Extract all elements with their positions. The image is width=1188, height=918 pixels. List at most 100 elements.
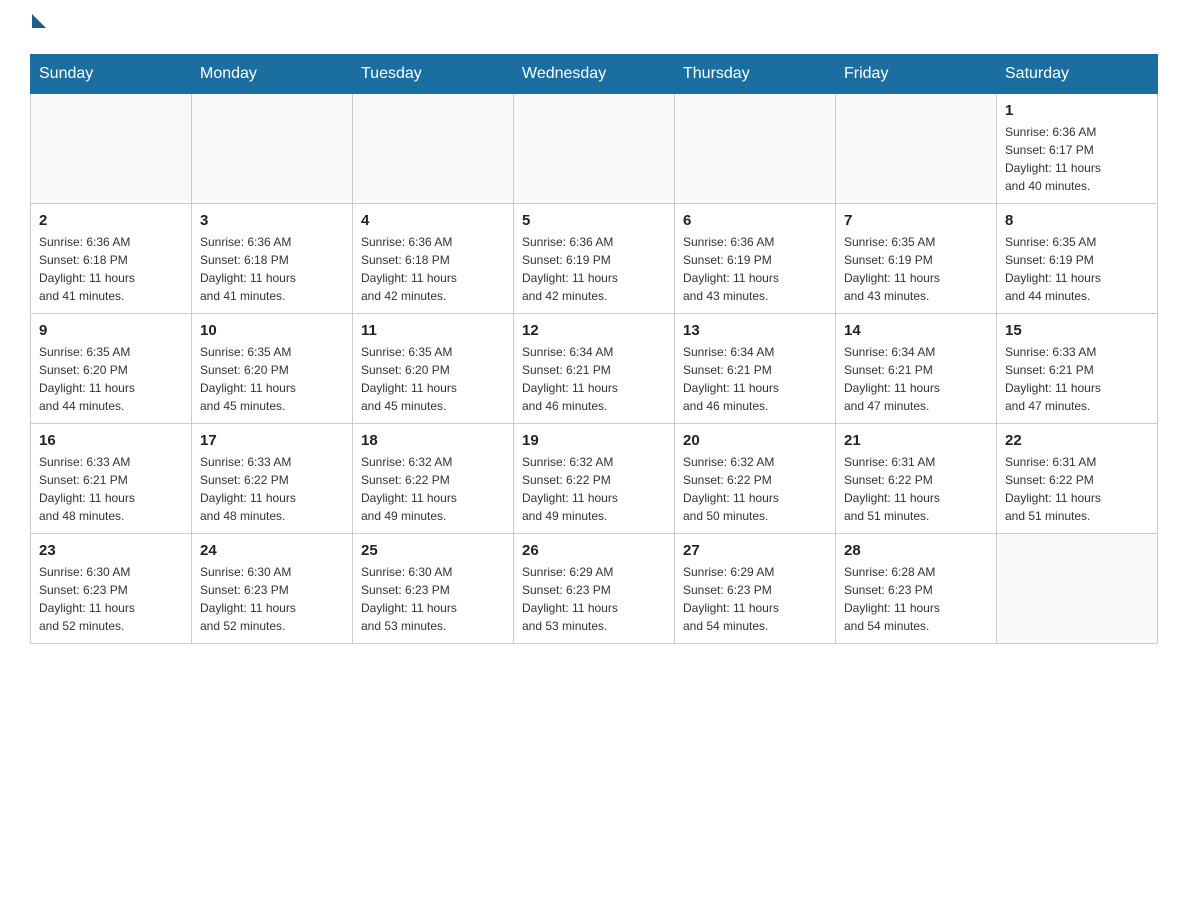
- day-info: Sunrise: 6:35 AMSunset: 6:20 PMDaylight:…: [200, 343, 344, 415]
- day-header-saturday: Saturday: [997, 55, 1158, 94]
- day-info: Sunrise: 6:31 AMSunset: 6:22 PMDaylight:…: [844, 453, 988, 525]
- day-info: Sunrise: 6:33 AMSunset: 6:21 PMDaylight:…: [39, 453, 183, 525]
- calendar-cell: [836, 94, 997, 204]
- day-info: Sunrise: 6:36 AMSunset: 6:17 PMDaylight:…: [1005, 123, 1149, 195]
- day-info: Sunrise: 6:36 AMSunset: 6:18 PMDaylight:…: [200, 233, 344, 305]
- day-number: 3: [200, 212, 344, 229]
- day-info: Sunrise: 6:30 AMSunset: 6:23 PMDaylight:…: [361, 563, 505, 635]
- day-number: 21: [844, 432, 988, 449]
- day-number: 20: [683, 432, 827, 449]
- day-info: Sunrise: 6:32 AMSunset: 6:22 PMDaylight:…: [522, 453, 666, 525]
- day-number: 26: [522, 542, 666, 559]
- calendar-cell: 19Sunrise: 6:32 AMSunset: 6:22 PMDayligh…: [514, 424, 675, 534]
- day-info: Sunrise: 6:36 AMSunset: 6:18 PMDaylight:…: [361, 233, 505, 305]
- calendar-cell: 3 Sunrise: 6:36 AMSunset: 6:18 PMDaylight…: [192, 204, 353, 314]
- day-info: Sunrise: 6:31 AMSunset: 6:22 PMDaylight:…: [1005, 453, 1149, 525]
- day-info: Sunrise: 6:34 AMSunset: 6:21 PMDaylight:…: [522, 343, 666, 415]
- calendar-cell: 1 Sunrise: 6:36 AMSunset: 6:17 PMDaylight…: [997, 94, 1158, 204]
- logo: [30, 20, 46, 34]
- calendar-cell: [997, 534, 1158, 644]
- day-number: 15: [1005, 322, 1149, 339]
- calendar-cell: 22 Sunrise: 6:31 AMSunset: 6:22 PMDayligh…: [997, 424, 1158, 534]
- calendar-cell: 15 Sunrise: 6:33 AMSunset: 6:21 PMDayligh…: [997, 314, 1158, 424]
- day-header-tuesday: Tuesday: [353, 55, 514, 94]
- day-header-sunday: Sunday: [31, 55, 192, 94]
- week-row-5: 23 Sunrise: 6:30 AMSunset: 6:23 PMDayligh…: [31, 534, 1158, 644]
- calendar-cell: 13 Sunrise: 6:34 AMSunset: 6:21 PMDayligh…: [675, 314, 836, 424]
- week-row-1: 1 Sunrise: 6:36 AMSunset: 6:17 PMDaylight…: [31, 94, 1158, 204]
- day-info: Sunrise: 6:35 AMSunset: 6:19 PMDaylight:…: [1005, 233, 1149, 305]
- day-header-monday: Monday: [192, 55, 353, 94]
- day-number: 23: [39, 542, 183, 559]
- day-number: 9: [39, 322, 183, 339]
- calendar-cell: 27 Sunrise: 6:29 AMSunset: 6:23 PMDayligh…: [675, 534, 836, 644]
- day-info: Sunrise: 6:33 AMSunset: 6:21 PMDaylight:…: [1005, 343, 1149, 415]
- calendar-table: SundayMondayTuesdayWednesdayThursdayFrid…: [30, 54, 1158, 644]
- day-number: 10: [200, 322, 344, 339]
- day-number: 27: [683, 542, 827, 559]
- day-info: Sunrise: 6:35 AMSunset: 6:20 PMDaylight:…: [39, 343, 183, 415]
- day-number: 12: [522, 322, 666, 339]
- calendar-cell: [353, 94, 514, 204]
- calendar-cell: 18Sunrise: 6:32 AMSunset: 6:22 PMDayligh…: [353, 424, 514, 534]
- calendar-cell: 5 Sunrise: 6:36 AMSunset: 6:19 PMDaylight…: [514, 204, 675, 314]
- calendar-cell: 12 Sunrise: 6:34 AMSunset: 6:21 PMDayligh…: [514, 314, 675, 424]
- day-info: Sunrise: 6:32 AMSunset: 6:22 PMDaylight:…: [683, 453, 827, 525]
- calendar-cell: 9 Sunrise: 6:35 AMSunset: 6:20 PMDaylight…: [31, 314, 192, 424]
- calendar-cell: 6 Sunrise: 6:36 AMSunset: 6:19 PMDaylight…: [675, 204, 836, 314]
- day-info: Sunrise: 6:35 AMSunset: 6:19 PMDaylight:…: [844, 233, 988, 305]
- day-info: Sunrise: 6:34 AMSunset: 6:21 PMDaylight:…: [683, 343, 827, 415]
- week-row-3: 9 Sunrise: 6:35 AMSunset: 6:20 PMDaylight…: [31, 314, 1158, 424]
- day-number: 24: [200, 542, 344, 559]
- calendar-cell: [675, 94, 836, 204]
- calendar-cell: 4 Sunrise: 6:36 AMSunset: 6:18 PMDaylight…: [353, 204, 514, 314]
- day-number: 14: [844, 322, 988, 339]
- day-number: 13: [683, 322, 827, 339]
- day-number: 7: [844, 212, 988, 229]
- calendar-cell: 8 Sunrise: 6:35 AMSunset: 6:19 PMDaylight…: [997, 204, 1158, 314]
- calendar-cell: 28 Sunrise: 6:28 AMSunset: 6:23 PMDayligh…: [836, 534, 997, 644]
- day-number: 6: [683, 212, 827, 229]
- day-number: 16: [39, 432, 183, 449]
- day-info: Sunrise: 6:28 AMSunset: 6:23 PMDaylight:…: [844, 563, 988, 635]
- day-info: Sunrise: 6:34 AMSunset: 6:21 PMDaylight:…: [844, 343, 988, 415]
- logo-arrow-icon: [32, 14, 46, 28]
- day-info: Sunrise: 6:36 AMSunset: 6:19 PMDaylight:…: [683, 233, 827, 305]
- calendar-cell: 14 Sunrise: 6:34 AMSunset: 6:21 PMDayligh…: [836, 314, 997, 424]
- day-number: 18: [361, 432, 505, 449]
- day-number: 4: [361, 212, 505, 229]
- day-header-wednesday: Wednesday: [514, 55, 675, 94]
- day-number: 5: [522, 212, 666, 229]
- calendar-cell: [514, 94, 675, 204]
- day-number: 22: [1005, 432, 1149, 449]
- day-info: Sunrise: 6:29 AMSunset: 6:23 PMDaylight:…: [522, 563, 666, 635]
- calendar-cell: 7 Sunrise: 6:35 AMSunset: 6:19 PMDaylight…: [836, 204, 997, 314]
- calendar-cell: 21 Sunrise: 6:31 AMSunset: 6:22 PMDayligh…: [836, 424, 997, 534]
- day-info: Sunrise: 6:30 AMSunset: 6:23 PMDaylight:…: [39, 563, 183, 635]
- day-info: Sunrise: 6:36 AMSunset: 6:19 PMDaylight:…: [522, 233, 666, 305]
- day-number: 1: [1005, 102, 1149, 119]
- week-row-4: 16 Sunrise: 6:33 AMSunset: 6:21 PMDayligh…: [31, 424, 1158, 534]
- calendar-cell: 23 Sunrise: 6:30 AMSunset: 6:23 PMDayligh…: [31, 534, 192, 644]
- calendar-cell: 10 Sunrise: 6:35 AMSunset: 6:20 PMDayligh…: [192, 314, 353, 424]
- calendar-cell: 25 Sunrise: 6:30 AMSunset: 6:23 PMDayligh…: [353, 534, 514, 644]
- page-header: [30, 20, 1158, 34]
- calendar-cell: 26 Sunrise: 6:29 AMSunset: 6:23 PMDayligh…: [514, 534, 675, 644]
- day-info: Sunrise: 6:36 AMSunset: 6:18 PMDaylight:…: [39, 233, 183, 305]
- day-number: 8: [1005, 212, 1149, 229]
- day-info: Sunrise: 6:35 AMSunset: 6:20 PMDaylight:…: [361, 343, 505, 415]
- calendar-cell: 16 Sunrise: 6:33 AMSunset: 6:21 PMDayligh…: [31, 424, 192, 534]
- day-number: 2: [39, 212, 183, 229]
- calendar-cell: [192, 94, 353, 204]
- day-number: 28: [844, 542, 988, 559]
- calendar-cell: 11 Sunrise: 6:35 AMSunset: 6:20 PMDayligh…: [353, 314, 514, 424]
- day-header-thursday: Thursday: [675, 55, 836, 94]
- day-info: Sunrise: 6:30 AMSunset: 6:23 PMDaylight:…: [200, 563, 344, 635]
- day-number: 25: [361, 542, 505, 559]
- calendar-cell: [31, 94, 192, 204]
- week-row-2: 2 Sunrise: 6:36 AMSunset: 6:18 PMDaylight…: [31, 204, 1158, 314]
- day-headers-row: SundayMondayTuesdayWednesdayThursdayFrid…: [31, 55, 1158, 94]
- calendar-cell: 2 Sunrise: 6:36 AMSunset: 6:18 PMDaylight…: [31, 204, 192, 314]
- day-info: Sunrise: 6:29 AMSunset: 6:23 PMDaylight:…: [683, 563, 827, 635]
- day-number: 11: [361, 322, 505, 339]
